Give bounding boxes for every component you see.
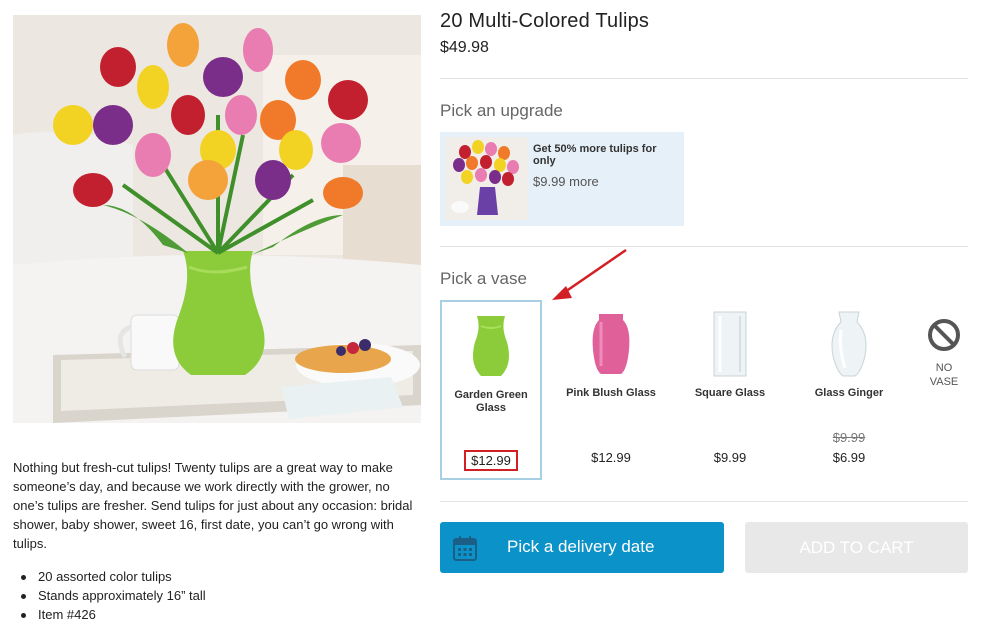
calendar-icon bbox=[453, 536, 477, 561]
vase-option-pink-blush-glass[interactable]: Pink Blush Glass $12.99 bbox=[560, 300, 662, 480]
pick-delivery-date-button[interactable]: Pick a delivery date bbox=[440, 522, 724, 573]
product-price: $49.98 bbox=[440, 39, 489, 56]
feature-item: Item #426 bbox=[21, 605, 206, 624]
vase-option-glass-ginger[interactable]: Glass Ginger $9.99 $6.99 bbox=[798, 300, 900, 480]
upgrade-heading: Pick an upgrade bbox=[440, 101, 563, 120]
upgrade-option[interactable]: Get 50% more tulips for only $9.99 more bbox=[440, 132, 684, 226]
vase-price: $9.99 bbox=[713, 450, 747, 465]
upgrade-price: $9.99 more bbox=[533, 174, 599, 189]
no-symbol-icon bbox=[928, 319, 960, 351]
upgrade-title: Get 50% more tulips for only bbox=[533, 143, 657, 167]
divider bbox=[440, 501, 968, 502]
feature-item: Stands approximately 16” tall bbox=[21, 588, 206, 603]
vase-name: Pink Blush Glass bbox=[566, 387, 656, 399]
divider bbox=[440, 246, 968, 247]
vase-heading: Pick a vase bbox=[440, 269, 527, 288]
vase-original-price: $9.99 bbox=[832, 430, 866, 445]
vase-image bbox=[442, 312, 540, 384]
no-vase-label-line2: VASE bbox=[929, 376, 959, 388]
product-photo bbox=[13, 15, 421, 423]
vase-price: $6.99 bbox=[832, 450, 866, 465]
vase-price: $12.99 bbox=[591, 450, 631, 465]
vase-option-square-glass[interactable]: Square Glass $9.99 bbox=[679, 300, 781, 480]
vase-image bbox=[560, 310, 662, 382]
product-title: 20 Multi-Colored Tulips bbox=[440, 10, 650, 32]
vase-price-highlight: $12.99 bbox=[464, 450, 518, 471]
vase-option-garden-green-glass[interactable]: Garden Green Glass $12.99 bbox=[440, 300, 542, 480]
vase-price: $12.99 bbox=[442, 450, 540, 471]
add-to-cart-button[interactable]: ADD TO CART bbox=[745, 522, 968, 573]
no-vase-option[interactable]: NO VASE bbox=[922, 318, 966, 389]
product-description: Nothing but fresh-cut tulips! Twenty tul… bbox=[13, 460, 413, 551]
vase-name: Glass Ginger bbox=[814, 387, 884, 399]
upgrade-thumbnail bbox=[445, 137, 528, 220]
vase-image bbox=[798, 310, 900, 382]
no-vase-label-line1: NO bbox=[935, 362, 953, 374]
vase-name: Garden Green Glass bbox=[454, 389, 528, 414]
feature-item: 20 assorted color tulips bbox=[21, 567, 206, 586]
no-vase-label: NO VASE bbox=[922, 361, 966, 389]
feature-list: 20 assorted color tulips Stands approxim… bbox=[21, 567, 206, 624]
vase-name: Square Glass bbox=[694, 387, 766, 399]
pick-delivery-date-label: Pick a delivery date bbox=[507, 537, 655, 556]
vase-image bbox=[679, 310, 781, 382]
divider bbox=[440, 78, 968, 79]
